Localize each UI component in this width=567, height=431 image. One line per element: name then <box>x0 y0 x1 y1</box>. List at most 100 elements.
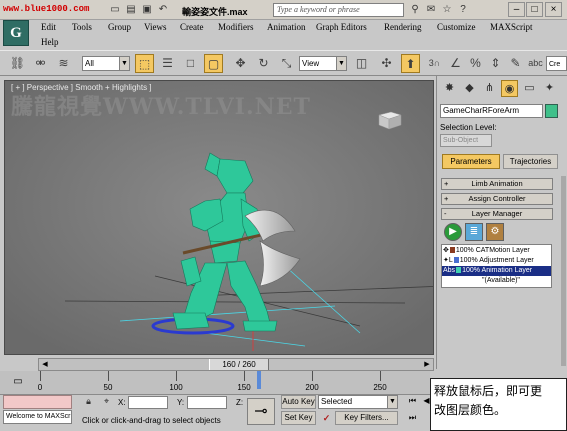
menu-views[interactable]: Views <box>144 22 166 32</box>
time-next-icon[interactable]: ▶ <box>421 359 433 370</box>
new-file-icon[interactable]: ▭ <box>108 3 122 16</box>
play-layer-icon[interactable]: ▶ <box>444 223 462 241</box>
menu-create[interactable]: Create <box>180 22 203 32</box>
layer-color-swatch[interactable] <box>456 267 462 274</box>
selection-set-dropdown[interactable]: Selected ▼ <box>318 395 398 409</box>
rollout-layer-manager[interactable]: - Layer Manager <box>441 208 553 220</box>
rotate-icon[interactable]: ↻ <box>254 54 273 73</box>
maxscript-welcome-field[interactable]: Welcome to MAXScr <box>3 410 72 424</box>
trajectories-button[interactable]: Trajectories <box>503 154 558 169</box>
display-tab-icon[interactable]: ▭ <box>521 80 538 97</box>
chevron-down-icon: ▼ <box>336 57 346 70</box>
maximize-button[interactable]: □ <box>526 2 543 17</box>
rollout-limb-animation[interactable]: + Limb Animation <box>441 178 553 190</box>
scale-icon[interactable]: ⤡ <box>277 54 296 73</box>
time-prev-icon[interactable]: ◀ <box>39 359 51 370</box>
save-file-icon[interactable]: ▣ <box>140 3 154 16</box>
layer-row[interactable]: ✦L 100% Adjustment Layer <box>442 256 551 266</box>
perspective-viewport[interactable]: [ + ] Perspective ] Smooth + Highlights … <box>4 80 434 355</box>
app-logo[interactable]: G <box>3 20 29 46</box>
bind-space-warp-icon[interactable]: ≋ <box>54 54 73 73</box>
current-frame-marker[interactable] <box>257 371 261 389</box>
rollout-assign-controller[interactable]: + Assign Controller <box>441 193 553 205</box>
rectangular-selection-icon[interactable]: □ <box>181 54 200 73</box>
abc-icon[interactable]: abc <box>526 54 545 73</box>
set-key-icon[interactable]: ✓ <box>320 412 333 425</box>
time-slider-thumb[interactable]: 160 / 260 <box>209 359 269 370</box>
menu-help[interactable]: Help <box>41 37 59 47</box>
select-by-name-icon[interactable]: ☰ <box>158 54 177 73</box>
menu-tools[interactable]: Tools <box>72 22 92 32</box>
star-icon[interactable]: ☆ <box>440 3 454 17</box>
unlink-icon[interactable]: ⚮ <box>31 54 50 73</box>
search-icon[interactable]: ⚲ <box>408 3 422 17</box>
pivot-center-icon[interactable]: ◫ <box>352 54 371 73</box>
reference-coordinate-dropdown[interactable]: View ▼ <box>299 56 347 71</box>
subscription-icon[interactable]: ✉ <box>424 3 438 17</box>
layer-options-icon[interactable]: ⚙ <box>486 223 504 241</box>
maxscript-listener-mini[interactable] <box>3 395 72 409</box>
undo-icon[interactable]: ↶ <box>156 3 170 16</box>
add-layer-icon[interactable]: ≣ <box>465 223 483 241</box>
y-coordinate-field[interactable] <box>187 396 227 409</box>
selection-filter-dropdown[interactable]: All ▼ <box>82 56 130 71</box>
layer-color-swatch[interactable] <box>453 257 459 264</box>
motion-tab-icon[interactable]: ◉ <box>501 80 518 97</box>
set-key-button[interactable]: Set Key <box>281 411 316 425</box>
minimize-button[interactable]: – <box>508 2 525 17</box>
layer-row-available[interactable]: "(Available)" <box>442 276 551 286</box>
select-manipulate-icon[interactable]: ✣ <box>377 54 396 73</box>
ruler-label: 200 <box>305 383 319 392</box>
hierarchy-tab-icon[interactable]: ⋔ <box>481 80 498 97</box>
object-name-field[interactable]: GameCharRForeArm <box>440 104 543 118</box>
lock-selection-icon[interactable]: 🔒︎ <box>82 395 95 408</box>
absolute-mode-icon[interactable]: ⌖ <box>100 395 113 408</box>
track-bar[interactable]: ▭ 0 50 100 150 200 250 <box>0 371 430 395</box>
move-icon[interactable]: ✥ <box>231 54 250 73</box>
key-mode-toggle-icon[interactable]: ⏭ <box>406 412 419 424</box>
go-to-start-icon[interactable]: ⏮ <box>406 395 419 407</box>
menu-edit[interactable]: Edit <box>41 22 56 32</box>
key-filters-button[interactable]: Key Filters... <box>335 411 398 425</box>
percent-snap-icon[interactable]: % <box>466 54 485 73</box>
help-icon[interactable]: ? <box>456 3 470 17</box>
x-coordinate-field[interactable] <box>128 396 168 409</box>
angle-snap-icon[interactable]: ∠ <box>446 54 465 73</box>
modify-tab-icon[interactable]: ◆ <box>461 80 478 97</box>
layer-color-swatch[interactable] <box>449 247 455 254</box>
command-panel-scrollbar[interactable] <box>561 176 566 366</box>
named-selection-sets-dropdown[interactable]: Cre <box>546 56 567 71</box>
track-bar-toggle-icon[interactable]: ▭ <box>10 374 26 390</box>
menu-maxscript[interactable]: MAXScript <box>490 22 533 32</box>
menu-graph-editors[interactable]: Graph Editors <box>316 22 367 32</box>
parameters-button[interactable]: Parameters <box>442 154 500 169</box>
open-file-icon[interactable]: ▤ <box>124 3 138 16</box>
menu-customize[interactable]: Customize <box>437 22 476 32</box>
close-button[interactable]: × <box>545 2 562 17</box>
menu-rendering[interactable]: Rendering <box>384 22 422 32</box>
key-mode-icon[interactable]: ⊸ <box>247 398 275 425</box>
frame-ruler[interactable]: 0 50 100 150 200 250 <box>38 371 430 395</box>
time-slider[interactable]: ◀ 160 / 260 ▶ <box>38 358 434 371</box>
layer-row[interactable]: ✥ 100% CATMotion Layer <box>442 246 551 256</box>
menu-modifiers[interactable]: Modifiers <box>218 22 254 32</box>
keyboard-shortcut-toggle-icon[interactable]: ⬆ <box>401 54 420 73</box>
window-crossing-icon[interactable]: ▢ <box>204 54 223 73</box>
sub-object-dropdown[interactable]: Sub-Object <box>440 134 492 147</box>
create-tab-icon[interactable]: ✸ <box>441 80 458 97</box>
layer-row-selected[interactable]: Abs 100% Animation Layer <box>442 266 551 276</box>
viewcube[interactable] <box>375 109 403 131</box>
snap-toggle-icon[interactable]: 3∩ <box>425 54 444 73</box>
tutorial-callout: 释放鼠标后，即可更 改图层颜色。 <box>430 378 567 431</box>
menu-group[interactable]: Group <box>108 22 131 32</box>
utilities-tab-icon[interactable]: ✦ <box>541 80 558 97</box>
select-object-icon[interactable]: ⬚ <box>135 54 154 73</box>
menu-animation[interactable]: Animation <box>267 22 306 32</box>
named-selection-icon[interactable]: ✎ <box>506 54 525 73</box>
auto-key-button[interactable]: Auto Key <box>281 395 316 409</box>
object-color-swatch[interactable] <box>545 104 558 118</box>
prompt-line: Click or click-and-drag to select object… <box>82 416 221 425</box>
search-input[interactable]: Type a keyword or phrase <box>273 3 404 17</box>
spinner-snap-icon[interactable]: ⇕ <box>486 54 505 73</box>
select-link-icon[interactable]: ⛓ <box>8 54 27 73</box>
